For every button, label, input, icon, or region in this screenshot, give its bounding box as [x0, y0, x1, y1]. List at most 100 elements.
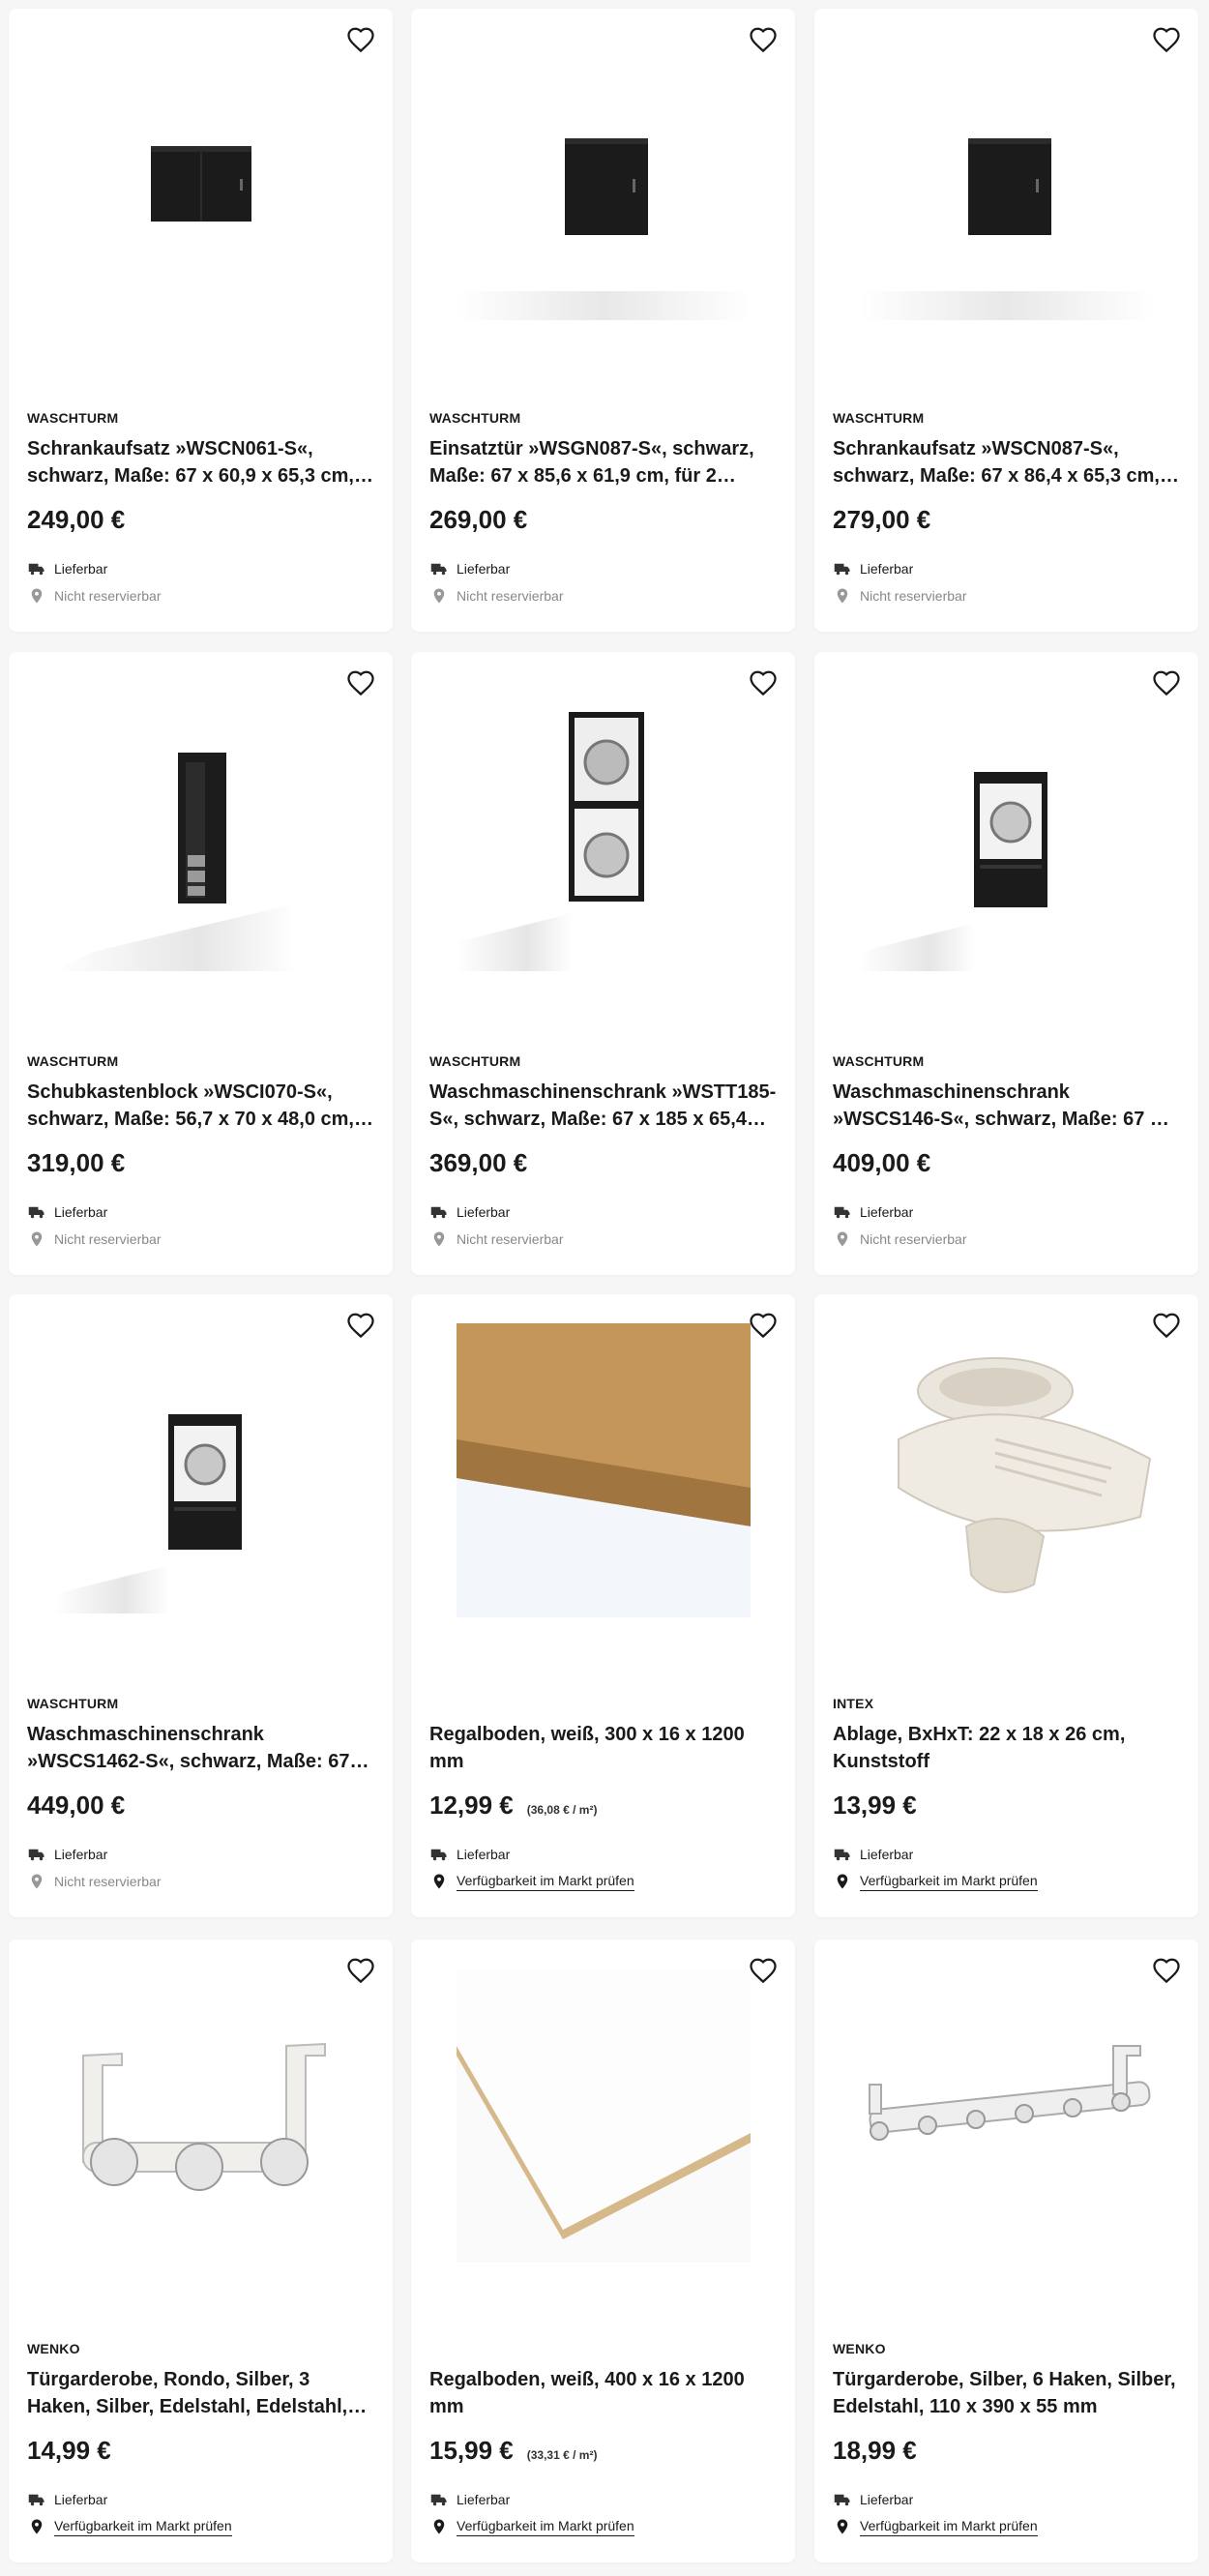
- product-image[interactable]: [457, 1969, 751, 2263]
- delivery-status: Lieferbar: [27, 1199, 374, 1226]
- truck-icon: [429, 559, 449, 578]
- favorite-heart-icon[interactable]: [749, 1312, 778, 1341]
- favorite-heart-icon[interactable]: [749, 26, 778, 55]
- truck-icon: [27, 1202, 46, 1222]
- product-card[interactable]: WASCHTURM Einsatztür »WSGN087-S«, schwar…: [411, 9, 795, 632]
- delivery-label: Lieferbar: [54, 2492, 108, 2507]
- favorite-heart-icon[interactable]: [1152, 1957, 1181, 1986]
- product-image[interactable]: [457, 1323, 751, 1617]
- product-price: 269,00 €: [429, 505, 528, 534]
- product-title[interactable]: Schrankaufsatz »WSCN087-S«, schwarz, Maß…: [833, 435, 1180, 489]
- delivery-label: Lieferbar: [860, 561, 914, 577]
- product-title[interactable]: Schrankaufsatz »WSCN061-S«, schwarz, Maß…: [27, 435, 374, 489]
- delivery-label: Lieferbar: [457, 2492, 511, 2507]
- product-image[interactable]: [860, 1323, 1154, 1617]
- product-price: 449,00 €: [27, 1791, 126, 1820]
- product-brand: WASCHTURM: [27, 1696, 119, 1711]
- product-title[interactable]: Einsatztür »WSGN087-S«, schwarz, Maße: 6…: [429, 435, 777, 489]
- product-title[interactable]: Schubkastenblock »WSCI070-S«, schwarz, M…: [27, 1079, 374, 1133]
- location-pin-icon: [833, 1872, 852, 1891]
- delivery-status: Lieferbar: [27, 1841, 374, 1868]
- truck-icon: [429, 1845, 449, 1864]
- check-availability-link[interactable]: Verfügbarkeit im Markt prüfen: [860, 1873, 1038, 1891]
- location-pin-icon: [27, 1872, 46, 1891]
- location-pin-icon: [833, 1229, 852, 1249]
- pickup-status[interactable]: Verfügbarkeit im Markt prüfen: [833, 2513, 1180, 2540]
- location-pin-icon: [27, 1229, 46, 1249]
- check-availability-link[interactable]: Verfügbarkeit im Markt prüfen: [457, 1873, 634, 1891]
- favorite-heart-icon[interactable]: [1152, 26, 1181, 55]
- pickup-status[interactable]: Verfügbarkeit im Markt prüfen: [27, 2513, 374, 2540]
- truck-icon: [429, 2490, 449, 2509]
- delivery-status: Lieferbar: [429, 1841, 777, 1868]
- pickup-status: Nicht reservierbar: [833, 1226, 1180, 1253]
- product-image[interactable]: [457, 38, 751, 332]
- product-title[interactable]: Ablage, BxHxT: 22 x 18 x 26 cm, Kunststo…: [833, 1721, 1180, 1775]
- delivery-status: Lieferbar: [833, 1199, 1180, 1226]
- product-brand: WASCHTURM: [833, 410, 925, 426]
- check-availability-link[interactable]: Verfügbarkeit im Markt prüfen: [54, 2518, 232, 2536]
- delivery-status: Lieferbar: [429, 1199, 777, 1226]
- pickup-status: Nicht reservierbar: [27, 1226, 374, 1253]
- product-title[interactable]: Türgarderobe, Rondo, Silber, 3 Haken, Si…: [27, 2366, 374, 2420]
- pickup-status: Nicht reservierbar: [27, 582, 374, 609]
- pickup-status: Nicht reservierbar: [429, 582, 777, 609]
- favorite-heart-icon[interactable]: [346, 1312, 375, 1341]
- product-card[interactable]: WENKO Türgarderobe, Rondo, Silber, 3 Hak…: [9, 1939, 393, 2562]
- product-title[interactable]: Türgarderobe, Silber, 6 Haken, Silber, E…: [833, 2366, 1180, 2420]
- product-price: 319,00 €: [27, 1148, 126, 1177]
- location-pin-icon: [429, 1872, 449, 1891]
- delivery-status: Lieferbar: [27, 555, 374, 582]
- product-image[interactable]: [860, 1969, 1154, 2263]
- product-title[interactable]: Waschmaschinenschrank »WSCS1462-S«, schw…: [27, 1721, 374, 1775]
- product-card[interactable]: WASCHTURM Waschmaschinenschrank »WSTT185…: [411, 652, 795, 1275]
- product-title[interactable]: Waschmaschinenschrank »WSCS146-S«, schwa…: [833, 1079, 1180, 1133]
- favorite-heart-icon[interactable]: [1152, 1312, 1181, 1341]
- product-card[interactable]: WASCHTURM Waschmaschinenschrank »WSCS146…: [9, 1294, 393, 1917]
- delivery-label: Lieferbar: [860, 2492, 914, 2507]
- truck-icon: [833, 2490, 852, 2509]
- product-image[interactable]: [54, 681, 348, 975]
- delivery-status: Lieferbar: [429, 555, 777, 582]
- favorite-heart-icon[interactable]: [1152, 669, 1181, 698]
- delivery-label: Lieferbar: [457, 1204, 511, 1220]
- pickup-status: Nicht reservierbar: [429, 1226, 777, 1253]
- product-card[interactable]: WENKO Türgarderobe, Silber, 6 Haken, Sil…: [814, 1939, 1198, 2562]
- pickup-label: Nicht reservierbar: [860, 588, 967, 604]
- product-image[interactable]: [54, 38, 348, 332]
- favorite-heart-icon[interactable]: [346, 669, 375, 698]
- truck-icon: [27, 559, 46, 578]
- pickup-status[interactable]: Verfügbarkeit im Markt prüfen: [429, 1868, 777, 1895]
- favorite-heart-icon[interactable]: [346, 1957, 375, 1986]
- product-card[interactable]: WASCHTURM Schrankaufsatz »WSCN087-S«, sc…: [814, 9, 1198, 632]
- product-title[interactable]: Regalboden, weiß, 400 x 16 x 1200 mm: [429, 2366, 777, 2420]
- product-image[interactable]: [860, 681, 1154, 975]
- check-availability-link[interactable]: Verfügbarkeit im Markt prüfen: [457, 2518, 634, 2536]
- product-card[interactable]: WASCHTURM Schubkastenblock »WSCI070-S«, …: [9, 652, 393, 1275]
- delivery-status: Lieferbar: [833, 2486, 1180, 2513]
- product-card[interactable]: Regalboden, weiß, 400 x 16 x 1200 mm 15,…: [411, 1939, 795, 2562]
- check-availability-link[interactable]: Verfügbarkeit im Markt prüfen: [860, 2518, 1038, 2536]
- product-card[interactable]: WASCHTURM Waschmaschinenschrank »WSCS146…: [814, 652, 1198, 1275]
- location-pin-icon: [833, 2517, 852, 2536]
- product-title[interactable]: Regalboden, weiß, 300 x 16 x 1200 mm: [429, 1721, 777, 1775]
- favorite-heart-icon[interactable]: [749, 669, 778, 698]
- pickup-status[interactable]: Verfügbarkeit im Markt prüfen: [429, 2513, 777, 2540]
- product-card[interactable]: WASCHTURM Schrankaufsatz »WSCN061-S«, sc…: [9, 9, 393, 632]
- product-image[interactable]: [54, 1969, 348, 2263]
- favorite-heart-icon[interactable]: [346, 26, 375, 55]
- product-price: 15,99 €: [429, 2436, 514, 2465]
- product-brand: WENKO: [27, 2341, 80, 2356]
- delivery-label: Lieferbar: [457, 561, 511, 577]
- location-pin-icon: [429, 2517, 449, 2536]
- pickup-status[interactable]: Verfügbarkeit im Markt prüfen: [833, 1868, 1180, 1895]
- product-image[interactable]: [457, 681, 751, 975]
- product-price: 279,00 €: [833, 505, 931, 534]
- product-card[interactable]: Regalboden, weiß, 300 x 16 x 1200 mm 12,…: [411, 1294, 795, 1917]
- delivery-label: Lieferbar: [860, 1204, 914, 1220]
- product-card[interactable]: INTEX Ablage, BxHxT: 22 x 18 x 26 cm, Ku…: [814, 1294, 1198, 1917]
- favorite-heart-icon[interactable]: [749, 1957, 778, 1986]
- product-image[interactable]: [54, 1323, 348, 1617]
- product-image[interactable]: [860, 38, 1154, 332]
- product-title[interactable]: Waschmaschinenschrank »WSTT185-S«, schwa…: [429, 1079, 777, 1133]
